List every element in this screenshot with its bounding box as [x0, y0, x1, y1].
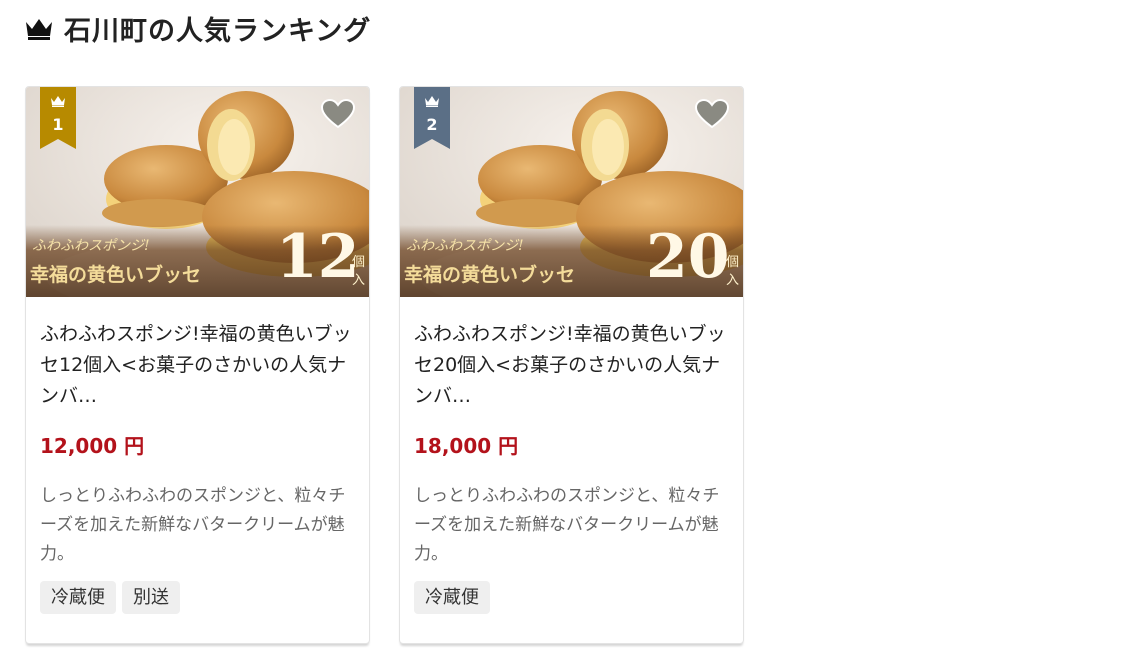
image-unit-bottom: 入 [352, 273, 366, 288]
rank-crown-icon [425, 96, 439, 107]
product-image[interactable]: ふわふわスポンジ! 幸福の黄色いブッセ 20 個 入 [400, 87, 743, 297]
product-card[interactable]: ふわふわスポンジ! 幸福の黄色いブッセ 12 個 入 1 ふわふわスポンジ!幸福… [25, 86, 370, 644]
heart-icon [694, 98, 730, 129]
rank-number: 2 [426, 115, 438, 134]
favorite-button[interactable] [694, 98, 730, 129]
tag-list: 冷蔵便 別送 [40, 581, 180, 614]
product-description: しっとりふわふわのスポンジと、粒々チーズを加えた新鮮なバタークリームが魅力。 [40, 486, 346, 564]
image-caption-main: 幸福の黄色いブッセ [404, 264, 576, 286]
product-price: 12,000 円 [40, 434, 145, 458]
product-description: しっとりふわふわのスポンジと、粒々チーズを加えた新鮮なバタークリームが魅力。 [414, 486, 720, 564]
product-image[interactable]: ふわふわスポンジ! 幸福の黄色いブッセ 12 個 入 [26, 87, 369, 297]
image-count: 20 [646, 222, 730, 292]
rank-badge: 1 [40, 87, 76, 149]
product-name[interactable]: ふわふわスポンジ!幸福の黄色いブッセ12個入<お菓子のさかいの人気ナンバ… [40, 319, 358, 412]
image-unit-top: 個 [726, 255, 740, 270]
rank-badge: 2 [414, 87, 450, 149]
tag-refrigerated: 冷蔵便 [40, 581, 116, 614]
favorite-button[interactable] [320, 98, 356, 129]
rank-number: 1 [52, 115, 64, 134]
product-price: 18,000 円 [414, 434, 519, 458]
tag-separate-shipping: 別送 [122, 581, 180, 614]
image-caption-main: 幸福の黄色いブッセ [30, 264, 202, 286]
section-title: 石川町の人気ランキング [64, 15, 372, 47]
image-caption-small: ふわふわスポンジ! [32, 238, 150, 254]
tag-refrigerated: 冷蔵便 [414, 581, 490, 614]
ranking-header: 石川町の人気ランキング [24, 10, 372, 47]
image-unit-bottom: 入 [726, 273, 740, 288]
rank-crown-icon [51, 96, 65, 107]
heart-icon [320, 98, 356, 129]
product-card[interactable]: ふわふわスポンジ! 幸福の黄色いブッセ 20 個 入 2 ふわふわスポンジ!幸福… [399, 86, 744, 644]
product-name[interactable]: ふわふわスポンジ!幸福の黄色いブッセ20個入<お菓子のさかいの人気ナンバ… [414, 319, 732, 412]
image-unit-top: 個 [352, 255, 366, 270]
crown-icon [26, 19, 52, 40]
image-count: 12 [276, 222, 360, 292]
image-caption-small: ふわふわスポンジ! [406, 238, 524, 254]
tag-list: 冷蔵便 [414, 581, 490, 614]
